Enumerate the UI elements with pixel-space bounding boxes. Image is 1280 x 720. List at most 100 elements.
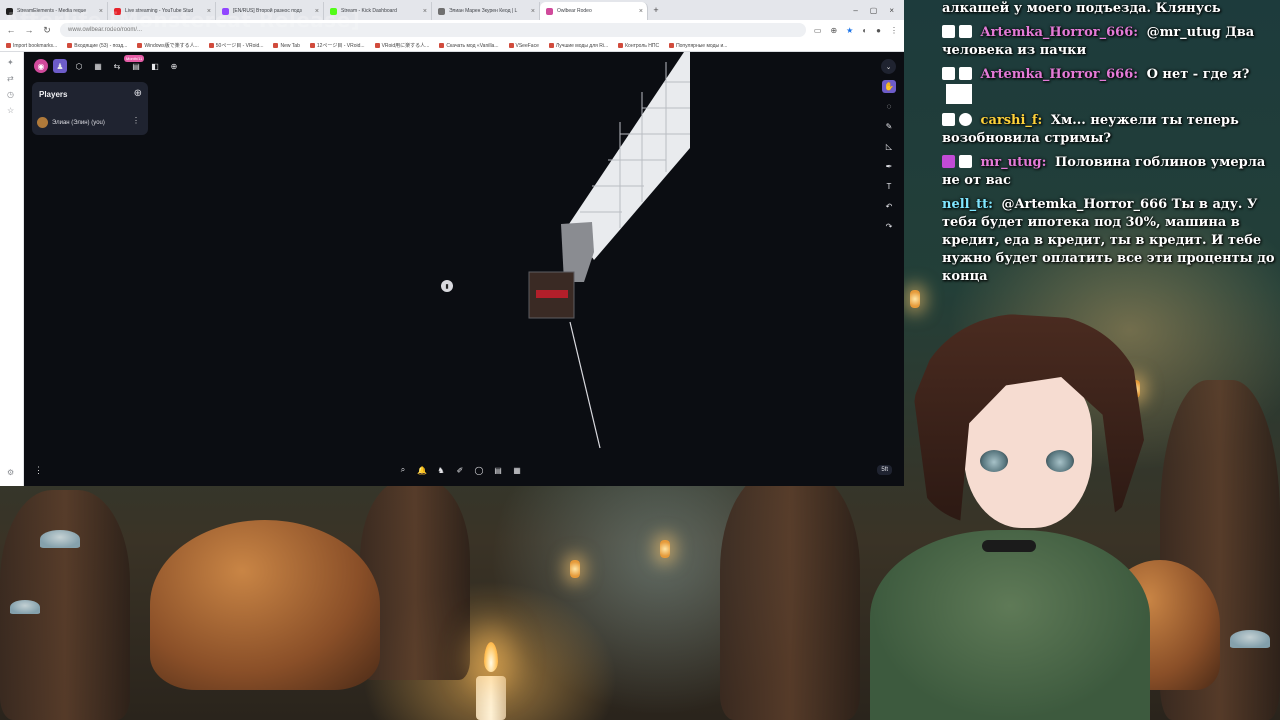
- bookmark-item[interactable]: Контроль НПС: [618, 43, 659, 49]
- bottom-toolbar: ⌕ 🔔 ♞ ✐ ◯ ▤ ▦: [396, 463, 524, 477]
- ruler-line: [569, 321, 601, 449]
- badge-icon: [942, 25, 955, 38]
- creature-icon[interactable]: ♞: [434, 463, 448, 477]
- redo-icon[interactable]: ↷: [882, 220, 896, 233]
- bookmarks-bar: Import bookmarks... Входящие (53) - позд…: [0, 40, 904, 52]
- bell-icon[interactable]: 🔔: [415, 463, 429, 477]
- close-icon[interactable]: ×: [423, 8, 427, 15]
- bookmark-item[interactable]: VRoid用に楽する人...: [374, 42, 429, 49]
- move-tool-icon[interactable]: ✋: [882, 80, 896, 93]
- players-panel: Players ⊕ Элиан (Элин) (you) ⋮: [32, 82, 148, 135]
- close-icon[interactable]: ×: [531, 8, 535, 15]
- candle: [476, 676, 506, 720]
- chat-username: mr_utug:: [980, 155, 1047, 170]
- cast-icon[interactable]: ▭: [814, 26, 822, 35]
- maximize-icon[interactable]: ▢: [870, 6, 878, 15]
- tab-character[interactable]: Элиан Марен Зкурен Кеод | L ×: [432, 2, 540, 20]
- bookmark-item[interactable]: Лучшие моды для Ri...: [548, 43, 608, 49]
- right-toolbar: ✋ ◌ ✎ ◺ ✒ T ↶ ↷: [880, 80, 898, 233]
- address-bar-icons: ▭ ⊕ ★ ◐ ● ⋮: [814, 26, 898, 35]
- now-playing-overlay: Afterlife [Monstercat Release]: [4, 8, 361, 32]
- history-icon[interactable]: ◷: [7, 90, 14, 99]
- note-icon[interactable]: ▤: [491, 463, 505, 477]
- draw-tool-icon[interactable]: ✎: [882, 120, 896, 133]
- owlbear-logo-icon[interactable]: ◉: [34, 59, 48, 73]
- badge-icon: [942, 67, 955, 80]
- undo-icon[interactable]: ↶: [882, 200, 896, 213]
- brush-icon[interactable]: ✐: [453, 463, 467, 477]
- chat-message: carshi_f: Хм... неужели ты теперь возобн…: [942, 112, 1280, 148]
- pointer-tool-icon[interactable]: ✒: [882, 160, 896, 173]
- chat-username: Artemka_Horror_666:: [980, 25, 1139, 40]
- zoom-icon[interactable]: ⊕: [830, 26, 837, 35]
- new-tab-button[interactable]: +: [648, 5, 664, 15]
- player-menu-icon[interactable]: ⋮: [132, 116, 140, 125]
- browser-side-panel: ✦ ⇄ ◷ ☆ ⚙: [0, 52, 24, 486]
- fog-tool-icon[interactable]: ◌: [882, 100, 896, 113]
- more-menu-icon[interactable]: ⋮: [34, 465, 43, 476]
- badge-icon: [959, 25, 972, 38]
- bookmark-item[interactable]: Входящие (53) - позд...: [67, 43, 127, 49]
- close-window-icon[interactable]: ×: [889, 6, 894, 15]
- add-player-icon[interactable]: ⊕: [134, 88, 142, 99]
- bookmark-item[interactable]: Import bookmarks...: [6, 43, 57, 49]
- door-icon[interactable]: ▮: [441, 280, 453, 292]
- chat-icon[interactable]: ✦: [7, 58, 14, 67]
- favorites-icon[interactable]: ☆: [7, 106, 14, 115]
- avatar-choker: [982, 540, 1036, 552]
- text-tool-icon[interactable]: T: [882, 180, 896, 193]
- player-avatar: [37, 117, 48, 128]
- window-controls: – ▢ ×: [853, 6, 904, 15]
- search-icon[interactable]: ⌕: [396, 463, 410, 477]
- vtuber-avatar: [856, 300, 1160, 720]
- chat-message: mr_utug: Половина гоблинов умерла не от …: [942, 154, 1280, 190]
- map-drawing: [528, 52, 690, 449]
- minimize-icon[interactable]: –: [853, 6, 857, 15]
- badge-icon: [942, 113, 955, 126]
- tools-icon[interactable]: ⇄: [7, 74, 14, 83]
- tab-favicon: [438, 7, 445, 15]
- chat-username: carshi_f:: [980, 113, 1043, 128]
- settings-icon[interactable]: ⚙: [7, 468, 14, 477]
- bookmark-item[interactable]: Windows版で楽する人...: [137, 42, 199, 49]
- player-name: Элиан (Элин) (you): [52, 119, 105, 126]
- player-row[interactable]: Элиан (Элин) (you): [37, 117, 105, 128]
- chevron-down-icon[interactable]: ⌄: [881, 59, 896, 74]
- bookmark-item[interactable]: Популярные моды и...: [669, 43, 727, 49]
- badge-icon: [959, 113, 972, 126]
- scenes-icon[interactable]: ⇆: [110, 59, 124, 73]
- extension-icon[interactable]: ◧: [148, 59, 162, 73]
- grid-icon[interactable]: ▦: [510, 463, 524, 477]
- chat-message: алкашей у моего подъезда. Клянусь: [942, 0, 1280, 18]
- bookmark-item[interactable]: VSeeFace: [508, 43, 539, 49]
- chat-overlay: алкашей у моего подъезда. Клянусь Artemk…: [942, 0, 1280, 330]
- measure-tool-icon[interactable]: ◺: [882, 140, 896, 153]
- browser-menu-icon[interactable]: ⋮: [890, 26, 898, 35]
- chat-message: Artemka_Horror_666: @mr_utug Два человек…: [942, 24, 1280, 60]
- chat-text: О нет - где я?: [1146, 67, 1250, 82]
- dice-icon[interactable]: ⬡: [72, 59, 86, 73]
- emote-icon: [946, 84, 972, 104]
- bookmark-item[interactable]: 12ページ目 - VRoid...: [309, 42, 365, 49]
- avatar-hoodie: [870, 530, 1150, 720]
- browser-window: StreamElements - Media reque × Live strea…: [0, 0, 904, 486]
- bookmark-item[interactable]: 50ページ目 - VRoid...: [208, 42, 263, 49]
- extensions-icon[interactable]: ◐: [862, 26, 867, 35]
- tab-label: Owlbear Rodeo: [557, 8, 592, 14]
- maps-icon[interactable]: ▦: [91, 59, 105, 73]
- close-icon[interactable]: ×: [639, 8, 643, 15]
- players-icon[interactable]: ♟: [53, 59, 67, 73]
- owlbear-canvas[interactable]: ◉ ♟ ⬡ ▦ ⇆ ▤ ◧ ⊕ Month/11 Players ⊕ Элиан…: [24, 52, 904, 486]
- circle-icon[interactable]: ◯: [472, 463, 486, 477]
- chat-message: nell_tt: @Artemka_Horror_666 Ты в аду. У…: [942, 196, 1280, 286]
- badge-icon: [942, 155, 955, 168]
- bookmark-item[interactable]: Скачать мод «Vanilla...: [439, 43, 499, 49]
- more-extensions-icon[interactable]: ⊕: [167, 59, 181, 73]
- chat-text: алкашей у моего подъезда. Клянусь: [942, 1, 1221, 16]
- bookmark-item[interactable]: New Tab: [273, 43, 300, 49]
- extension-badge: Month/11: [124, 55, 145, 62]
- tab-owlbear-rodeo[interactable]: Owlbear Rodeo ×: [540, 2, 648, 20]
- profile-icon[interactable]: ●: [876, 26, 881, 35]
- bookmark-star-icon[interactable]: ★: [846, 26, 853, 35]
- top-toolbar: ◉ ♟ ⬡ ▦ ⇆ ▤ ◧ ⊕: [34, 59, 181, 73]
